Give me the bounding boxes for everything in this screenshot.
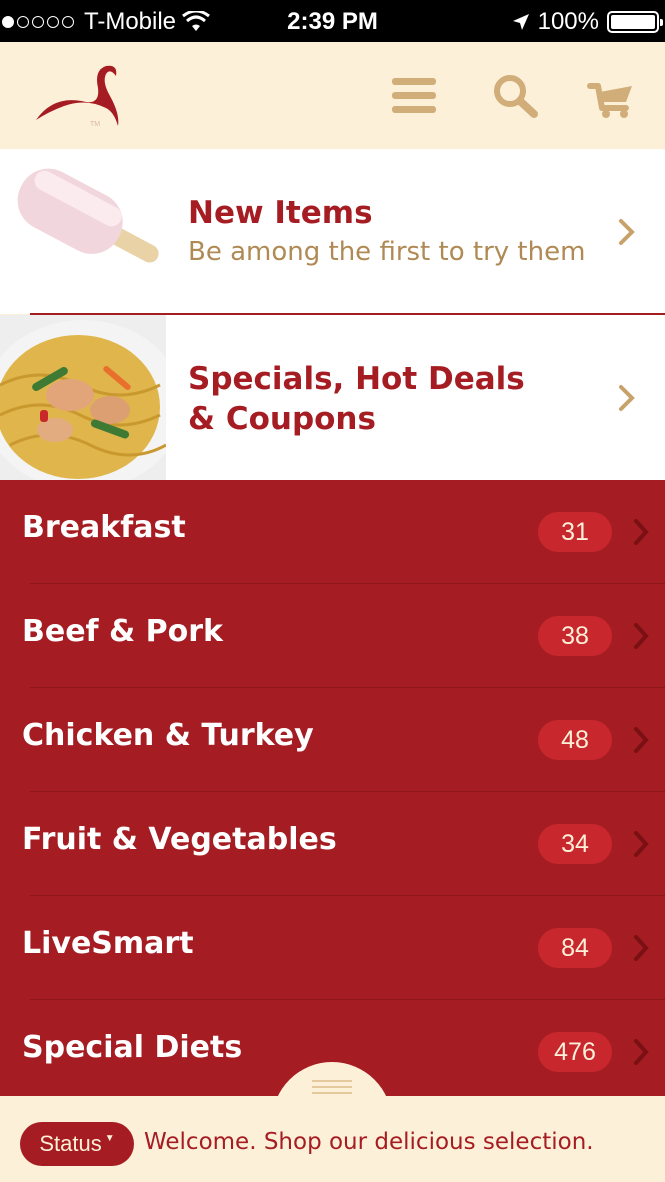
category-count-badge: 38 [538, 616, 612, 656]
chevron-right-icon [619, 385, 635, 411]
category-row-chicken-turkey[interactable]: Chicken & Turkey 48 [0, 688, 665, 792]
chevron-right-icon [634, 623, 649, 649]
category-list: Breakfast 31 Beef & Pork 38 Chicken & Tu… [0, 480, 665, 1100]
category-label: Special Diets [22, 1030, 243, 1065]
category-label: Beef & Pork [22, 614, 224, 649]
caret-down-icon: ▼ [104, 1132, 115, 1144]
category-label: LiveSmart [22, 926, 194, 961]
category-row-breakfast[interactable]: Breakfast 31 [0, 480, 665, 584]
chevron-right-icon [634, 727, 649, 753]
category-count-badge: 84 [538, 928, 612, 968]
ice-cream-bar-image [0, 149, 166, 314]
category-count-badge: 476 [538, 1032, 612, 1072]
category-label: Chicken & Turkey [22, 718, 314, 753]
category-label: Breakfast [22, 510, 186, 545]
chevron-right-icon [619, 219, 635, 245]
location-arrow-icon [512, 14, 529, 30]
promo-subtitle: Be among the first to try them [188, 237, 586, 267]
category-count-badge: 31 [538, 512, 612, 552]
trademark-mark: TM [90, 121, 100, 128]
promo-title-line2: & Coupons [188, 401, 376, 437]
category-row-fruit-vegetables[interactable]: Fruit & Vegetables 34 [0, 792, 665, 896]
category-count-badge: 48 [538, 720, 612, 760]
cart-icon[interactable] [586, 72, 638, 120]
battery-percent: 100% [537, 8, 599, 35]
chevron-right-icon [634, 519, 649, 545]
status-bar: T-Mobile 2:39 PM 100% [0, 0, 665, 42]
category-count-badge: 34 [538, 824, 612, 864]
promo-new-items[interactable]: New Items Be among the first to try them [0, 149, 665, 314]
chevron-right-icon [634, 935, 649, 961]
noodle-dish-image [0, 315, 166, 480]
battery-icon [607, 11, 663, 33]
menu-icon[interactable] [388, 72, 440, 120]
category-row-livesmart[interactable]: LiveSmart 84 [0, 896, 665, 1000]
battery-group: 100% [512, 8, 663, 36]
app-header: TM [0, 42, 665, 149]
chevron-right-icon [634, 1039, 649, 1065]
promo-specials[interactable]: Specials, Hot Deals & Coupons [0, 315, 665, 480]
search-icon[interactable] [490, 72, 542, 120]
chevron-right-icon [634, 831, 649, 857]
promo-title: New Items [188, 195, 373, 231]
promo-title-line1: Specials, Hot Deals [188, 361, 525, 397]
category-row-beef-pork[interactable]: Beef & Pork 38 [0, 584, 665, 688]
swan-logo-icon[interactable]: TM [34, 62, 126, 130]
status-button-label: Status [39, 1131, 102, 1156]
bottom-status-bar: Status ▼ Welcome. Shop our delicious sel… [0, 1096, 665, 1182]
welcome-message: Welcome. Shop our delicious selection. [144, 1129, 594, 1155]
category-label: Fruit & Vegetables [22, 822, 337, 857]
status-button[interactable]: Status ▼ [20, 1122, 134, 1166]
